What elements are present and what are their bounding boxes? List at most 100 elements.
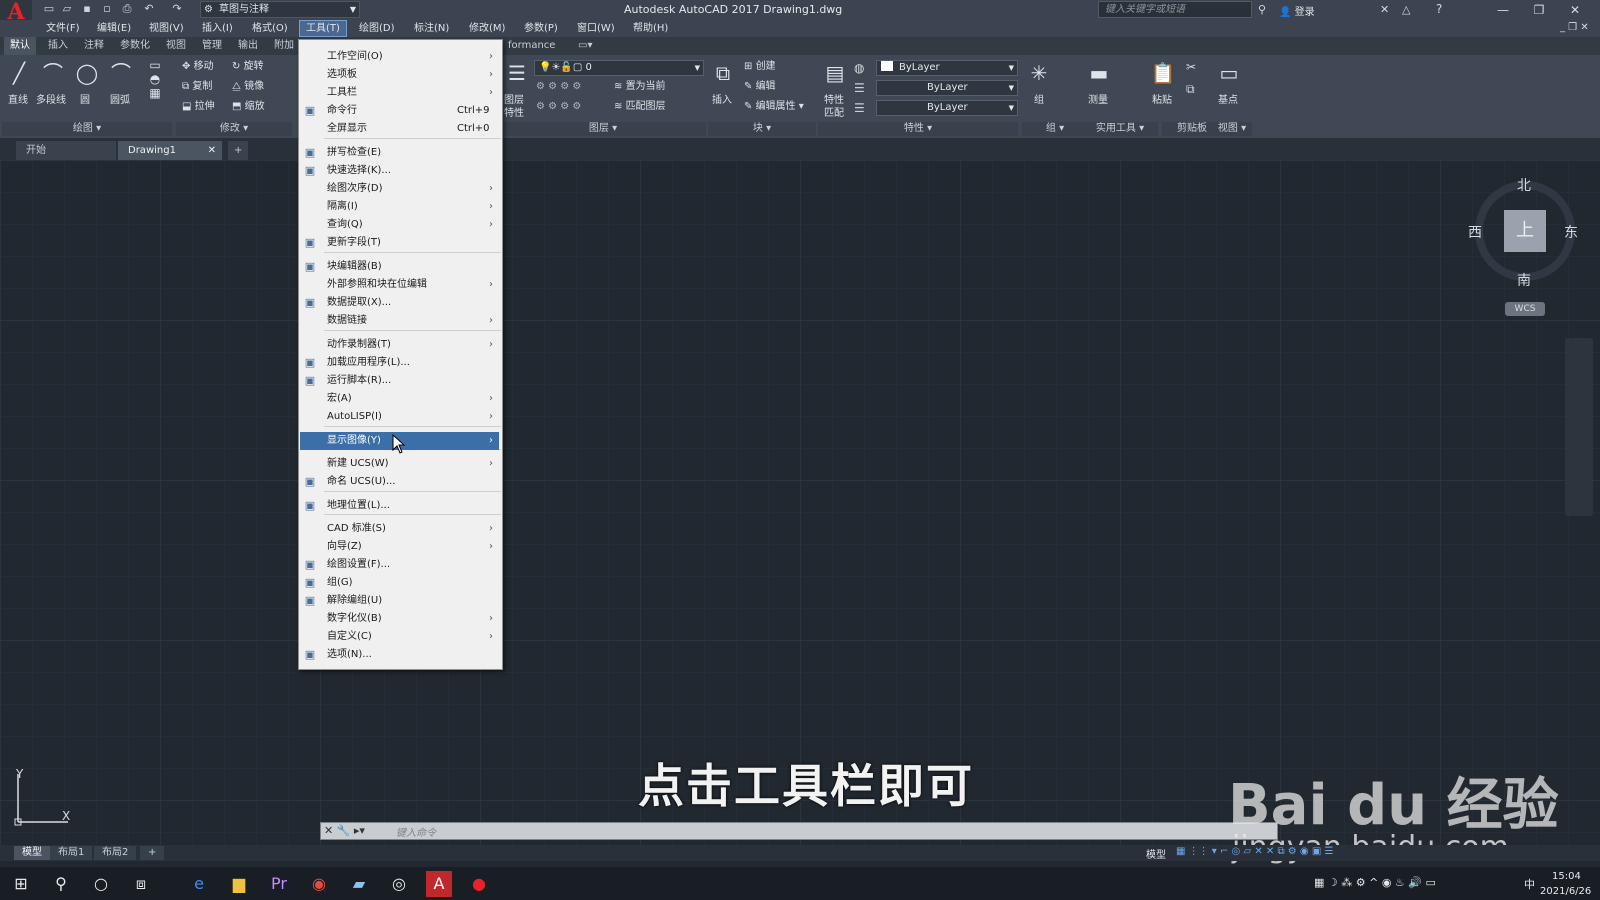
tab-layout1[interactable]: 布局1 — [50, 846, 93, 860]
match-properties-icon[interactable]: ▤ — [820, 58, 850, 88]
tools-menu-item[interactable]: 查询(Q) › — [300, 216, 499, 234]
stretch-button[interactable]: ⬓ 拉伸 — [182, 99, 215, 115]
insert-block-icon[interactable]: ⧉ — [708, 58, 738, 88]
notes-icon[interactable]: ▰ — [346, 871, 372, 897]
tools-menu-item[interactable]: ▣ 选项(N)... — [300, 646, 499, 664]
binoculars-icon[interactable]: ⚲ — [1258, 3, 1266, 16]
tools-menu-item[interactable]: ▣ 块编辑器(B) — [300, 258, 499, 276]
mirror-button[interactable]: ⧋ 镜像 — [232, 79, 264, 95]
properties-panel-title[interactable]: 特性 ▾ — [818, 122, 1018, 136]
tab-start[interactable]: 开始 — [16, 141, 116, 160]
set-current-layer-button[interactable]: ≋ 置为当前 — [614, 79, 666, 95]
tab-drawing1[interactable]: Drawing1 ✕ — [118, 141, 222, 160]
tools-menu-item[interactable]: 工作空间(O) › — [300, 48, 499, 66]
line-icon[interactable]: ╱ — [4, 58, 34, 88]
menu-insert[interactable]: 插入(I) — [196, 20, 239, 37]
paste-icon[interactable]: 📋 — [1148, 58, 1178, 88]
new-file-icon[interactable]: ▭ — [42, 2, 56, 16]
wcs-menu[interactable]: WCS — [1505, 302, 1545, 316]
recorder-icon[interactable]: ● — [466, 871, 492, 897]
menu-dimension[interactable]: 标注(N) — [408, 20, 455, 37]
view-panel-title[interactable]: 视图 ▾ — [1212, 122, 1252, 136]
tools-menu-item[interactable]: 隔离(I) › — [300, 198, 499, 216]
compass-north[interactable]: 北 — [1517, 175, 1531, 195]
open-file-icon[interactable]: ▱ — [60, 2, 74, 16]
clock-time[interactable]: 15:04 — [1552, 871, 1581, 882]
autocad-taskbar-icon[interactable]: A — [426, 871, 452, 897]
edit-block-button[interactable]: ✎ 编辑 — [744, 79, 776, 95]
menu-file[interactable]: 文件(F) — [40, 20, 86, 37]
layers-panel-title[interactable]: 图层 ▾ — [500, 122, 706, 136]
task-view-icon[interactable]: ⧈ — [128, 871, 154, 897]
tab-output[interactable]: 输出 — [232, 37, 264, 55]
command-line[interactable] — [320, 822, 1278, 840]
modify-panel-title[interactable]: 修改 ▾ — [176, 122, 292, 136]
tools-menu-item[interactable]: 数字化仪(B) › — [300, 610, 499, 628]
clock-date[interactable]: 2021/6/26 — [1540, 886, 1591, 897]
app-icon[interactable]: ◎ — [386, 871, 412, 897]
drawing-canvas[interactable] — [0, 160, 1600, 845]
cortana-icon[interactable]: ○ — [88, 871, 114, 897]
edit-attributes-button[interactable]: ✎ 编辑属性 ▾ — [744, 99, 804, 115]
help-icon[interactable]: ? — [1436, 2, 1442, 16]
close-icon[interactable]: ✕ — [208, 141, 216, 160]
menu-parametric[interactable]: 参数(P) — [518, 20, 564, 37]
layer-tools-row-1[interactable]: ⚙ ⚙ ⚙ ⚙ — [536, 79, 581, 95]
file-explorer-icon[interactable]: ▆ — [226, 871, 252, 897]
add-layout-button[interactable]: + — [140, 846, 165, 860]
menu-view[interactable]: 视图(V) — [143, 20, 190, 37]
tools-menu-item[interactable]: ▣ 更新字段(T) — [300, 234, 499, 252]
ime-indicator[interactable]: 中 — [1524, 876, 1535, 892]
command-line-controls[interactable]: ✕ 🔧 ▸▾ — [324, 824, 365, 837]
draw-panel-title[interactable]: 绘图 ▾ — [2, 122, 172, 136]
new-tab-button[interactable]: + — [228, 141, 248, 160]
undo-icon[interactable]: ↶ — [142, 2, 156, 16]
compass-west[interactable]: 西 — [1468, 222, 1482, 242]
edge-browser-icon[interactable]: e — [186, 871, 212, 897]
search-icon[interactable]: ⚲ — [48, 871, 74, 897]
tab-view[interactable]: 视图 — [160, 37, 192, 55]
redo-icon[interactable]: ↷ — [170, 2, 184, 16]
workspace-dropdown[interactable]: ⚙ 草图与注释 ▼ — [200, 1, 360, 18]
chrome-icon[interactable]: ◉ — [306, 871, 332, 897]
tab-annotate[interactable]: 注释 — [78, 37, 110, 55]
menu-draw[interactable]: 绘图(D) — [353, 20, 401, 37]
tools-menu-item[interactable]: 全屏显示 Ctrl+0 — [300, 120, 499, 138]
cut-icon[interactable]: ✂ — [1186, 60, 1196, 74]
menu-format[interactable]: 格式(O) — [246, 20, 294, 37]
measure-icon[interactable]: ▬ — [1084, 58, 1114, 88]
circle-icon[interactable]: ◯ — [72, 58, 102, 88]
menu-help[interactable]: 帮助(H) — [627, 20, 674, 37]
tools-menu-item[interactable]: ▣ 加载应用程序(L)... — [300, 354, 499, 372]
tools-menu-item[interactable]: 绘图次序(D) › — [300, 180, 499, 198]
menu-modify[interactable]: 修改(M) — [463, 20, 511, 37]
premiere-icon[interactable]: Pr — [266, 871, 292, 897]
tab-model[interactable]: 模型 — [14, 846, 50, 860]
tools-menu-item[interactable]: AutoLISP(I) › — [300, 408, 499, 426]
layer-tools-row-2[interactable]: ⚙ ⚙ ⚙ ⚙ — [536, 99, 581, 115]
groups-panel-title[interactable]: 组 ▾ — [1022, 122, 1088, 136]
tools-menu-item[interactable]: 选项板 › — [300, 66, 499, 84]
maximize-button[interactable]: ❐ — [1524, 0, 1554, 20]
compass-east[interactable]: 东 — [1564, 222, 1578, 242]
tools-menu-item[interactable]: ▣ 命名 UCS(U)... — [300, 473, 499, 491]
tools-menu-item[interactable]: ▣ 解除编组(U) — [300, 592, 499, 610]
copy-button[interactable]: ⧉ 复制 — [182, 79, 212, 95]
tools-menu-item[interactable]: ▣ 组(G) — [300, 574, 499, 592]
tab-overflow-button[interactable]: ▭▾ — [572, 37, 598, 55]
tab-addins[interactable]: 附加 — [268, 37, 300, 55]
create-block-button[interactable]: ⊞ 创建 — [744, 59, 776, 75]
doc-window-controls[interactable]: _ ❐ ✕ — [1560, 22, 1589, 33]
arc-icon[interactable]: ⌒ — [106, 58, 136, 88]
polyline-icon[interactable]: ⌒ — [38, 58, 68, 88]
rotate-button[interactable]: ↻ 旋转 — [232, 59, 264, 75]
color-dropdown[interactable]: ByLayer ▼ — [876, 60, 1018, 76]
tools-menu-item[interactable]: ▣ 绘图设置(F)... — [300, 556, 499, 574]
tab-layout2[interactable]: 布局2 — [94, 846, 137, 860]
viewcube-top-face[interactable]: 上 — [1504, 210, 1546, 252]
status-model-space[interactable]: 模型 — [1146, 846, 1166, 861]
compass-south[interactable]: 南 — [1517, 270, 1531, 290]
tools-menu-item[interactable]: ▣ 运行脚本(R)... — [300, 372, 499, 390]
tools-menu-item[interactable]: 新建 UCS(W) › — [300, 455, 499, 473]
tools-menu-item[interactable]: 宏(A) › — [300, 390, 499, 408]
